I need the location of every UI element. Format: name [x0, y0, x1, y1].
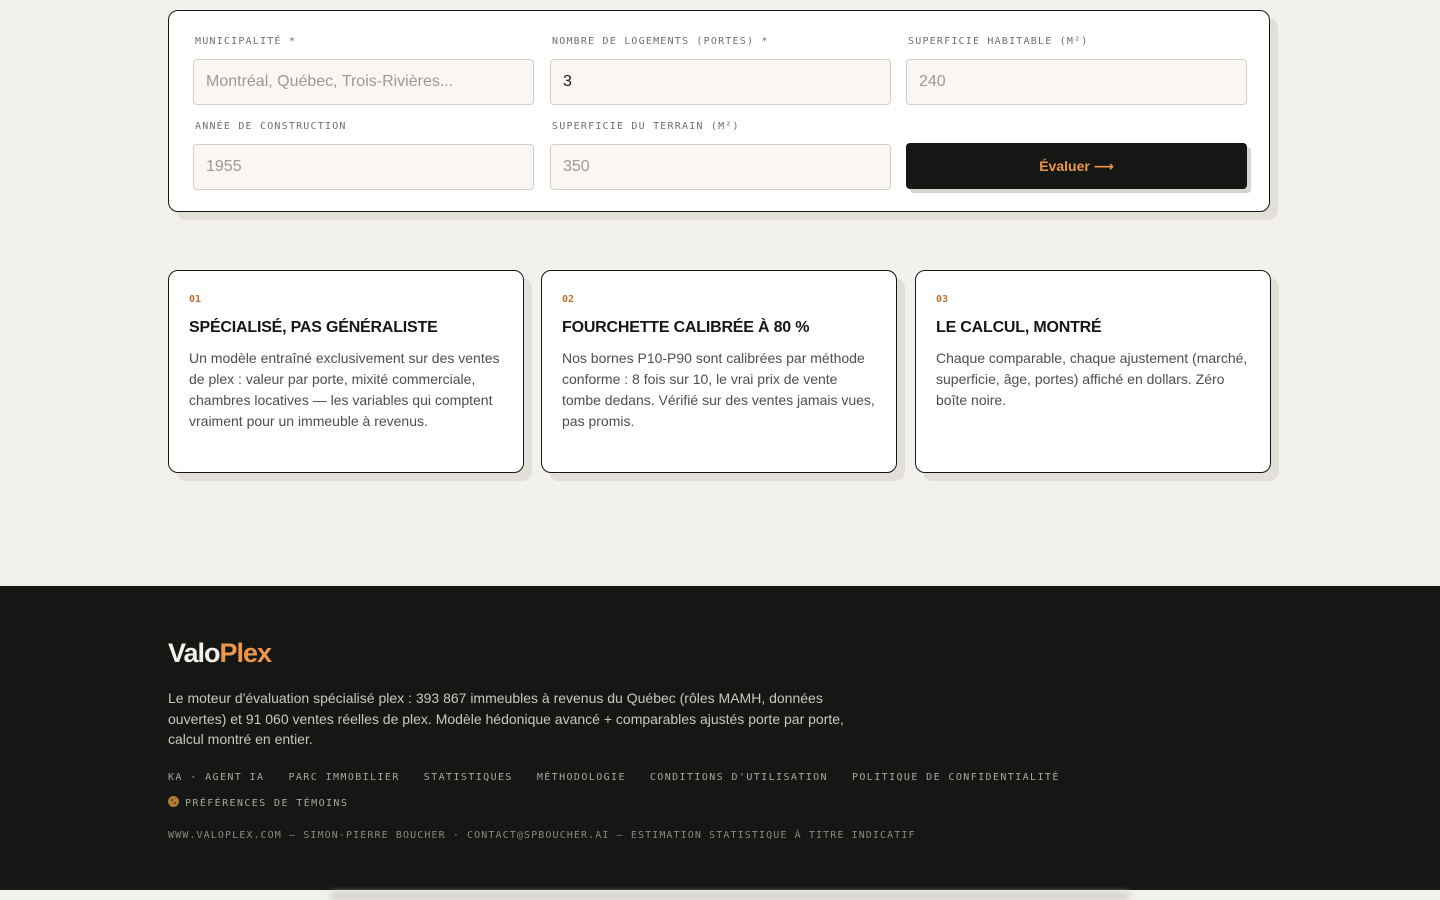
footer-description: Le moteur d'évaluation spécialisé plex :…	[168, 690, 844, 747]
feature-text: Nos bornes P10-P90 sont calibrées par mé…	[562, 350, 875, 429]
footer-credits: WWW.VALOPLEX.COM — SIMON-PIERRE BOUCHER …	[168, 830, 916, 841]
cookie-preferences-link[interactable]: PRÉFÉRENCES DE TÉMOINS	[168, 796, 348, 812]
lot-area-field: SUPERFICIE DU TERRAIN (M²) 350	[550, 120, 891, 190]
units-label: NOMBRE DE LOGEMENTS (PORTES) *	[552, 36, 769, 47]
valuation-form: MUNICIPALITÉ * Montréal, Québec, Trois-R…	[168, 10, 1270, 212]
feature-number: 03	[936, 294, 949, 305]
municipality-input[interactable]: Montréal, Québec, Trois-Rivières...	[193, 59, 534, 105]
footer-link-methodology[interactable]: MÉTHODOLOGIE	[537, 770, 626, 786]
footer-link-terms[interactable]: CONDITIONS D'UTILISATION	[650, 770, 828, 786]
municipality-label: MUNICIPALITÉ *	[195, 36, 297, 47]
evaluate-button[interactable]: Évaluer ⟶	[906, 143, 1247, 189]
feature-title: FOURCHETTE CALIBRÉE À 80 %	[562, 319, 810, 336]
feature-title: SPÉCIALISÉ, PAS GÉNÉRALISTE	[189, 319, 438, 336]
year-built-input[interactable]: 1955	[193, 144, 534, 190]
lot-area-input[interactable]: 350	[550, 144, 891, 190]
bottom-card-shadow	[330, 892, 1130, 900]
living-area-input[interactable]: 240	[906, 59, 1247, 105]
feature-card-specialized: 01 SPÉCIALISÉ, PAS GÉNÉRALISTE Un modèle…	[168, 270, 524, 473]
year-built-field: ANNÉE DE CONSTRUCTION 1955	[193, 120, 534, 190]
feature-title: LE CALCUL, MONTRÉ	[936, 319, 1102, 336]
logo-main: Valo	[168, 638, 221, 668]
feature-card-calibrated: 02 FOURCHETTE CALIBRÉE À 80 % Nos bornes…	[541, 270, 897, 473]
footer-logo[interactable]: ValoPlex	[168, 638, 273, 669]
living-area-label: SUPERFICIE HABITABLE (M²)	[908, 36, 1089, 47]
footer: ValoPlex Le moteur d'évaluation spéciali…	[0, 586, 1440, 890]
units-field: NOMBRE DE LOGEMENTS (PORTES) * 3	[550, 35, 891, 105]
footer-link-stats[interactable]: STATISTIQUES	[424, 770, 513, 786]
footer-nav: KA · AGENT IA PARC IMMOBILIER STATISTIQU…	[168, 770, 1168, 812]
cookie-icon	[168, 796, 179, 807]
feature-number: 01	[189, 294, 202, 305]
feature-text: Un modèle entraîné exclusivement sur des…	[189, 350, 500, 429]
cookie-preferences-label: PRÉFÉRENCES DE TÉMOINS	[185, 798, 349, 809]
lot-area-label: SUPERFICIE DU TERRAIN (M²)	[552, 121, 740, 132]
feature-card-calculation: 03 LE CALCUL, MONTRÉ Chaque comparable, …	[915, 270, 1271, 473]
living-area-field: SUPERFICIE HABITABLE (M²) 240	[906, 35, 1247, 105]
footer-link-parc[interactable]: PARC IMMOBILIER	[288, 770, 399, 786]
logo-accent: Plex	[219, 638, 273, 668]
feature-text: Chaque comparable, chaque ajustement (ma…	[936, 350, 1248, 408]
year-built-label: ANNÉE DE CONSTRUCTION	[195, 121, 347, 132]
feature-number: 02	[562, 294, 575, 305]
municipality-field: MUNICIPALITÉ * Montréal, Québec, Trois-R…	[193, 35, 534, 105]
footer-link-privacy[interactable]: POLITIQUE DE CONFIDENTIALITÉ	[852, 770, 1060, 786]
footer-link-agent[interactable]: KA · AGENT IA	[168, 770, 264, 786]
units-input[interactable]: 3	[550, 59, 891, 105]
